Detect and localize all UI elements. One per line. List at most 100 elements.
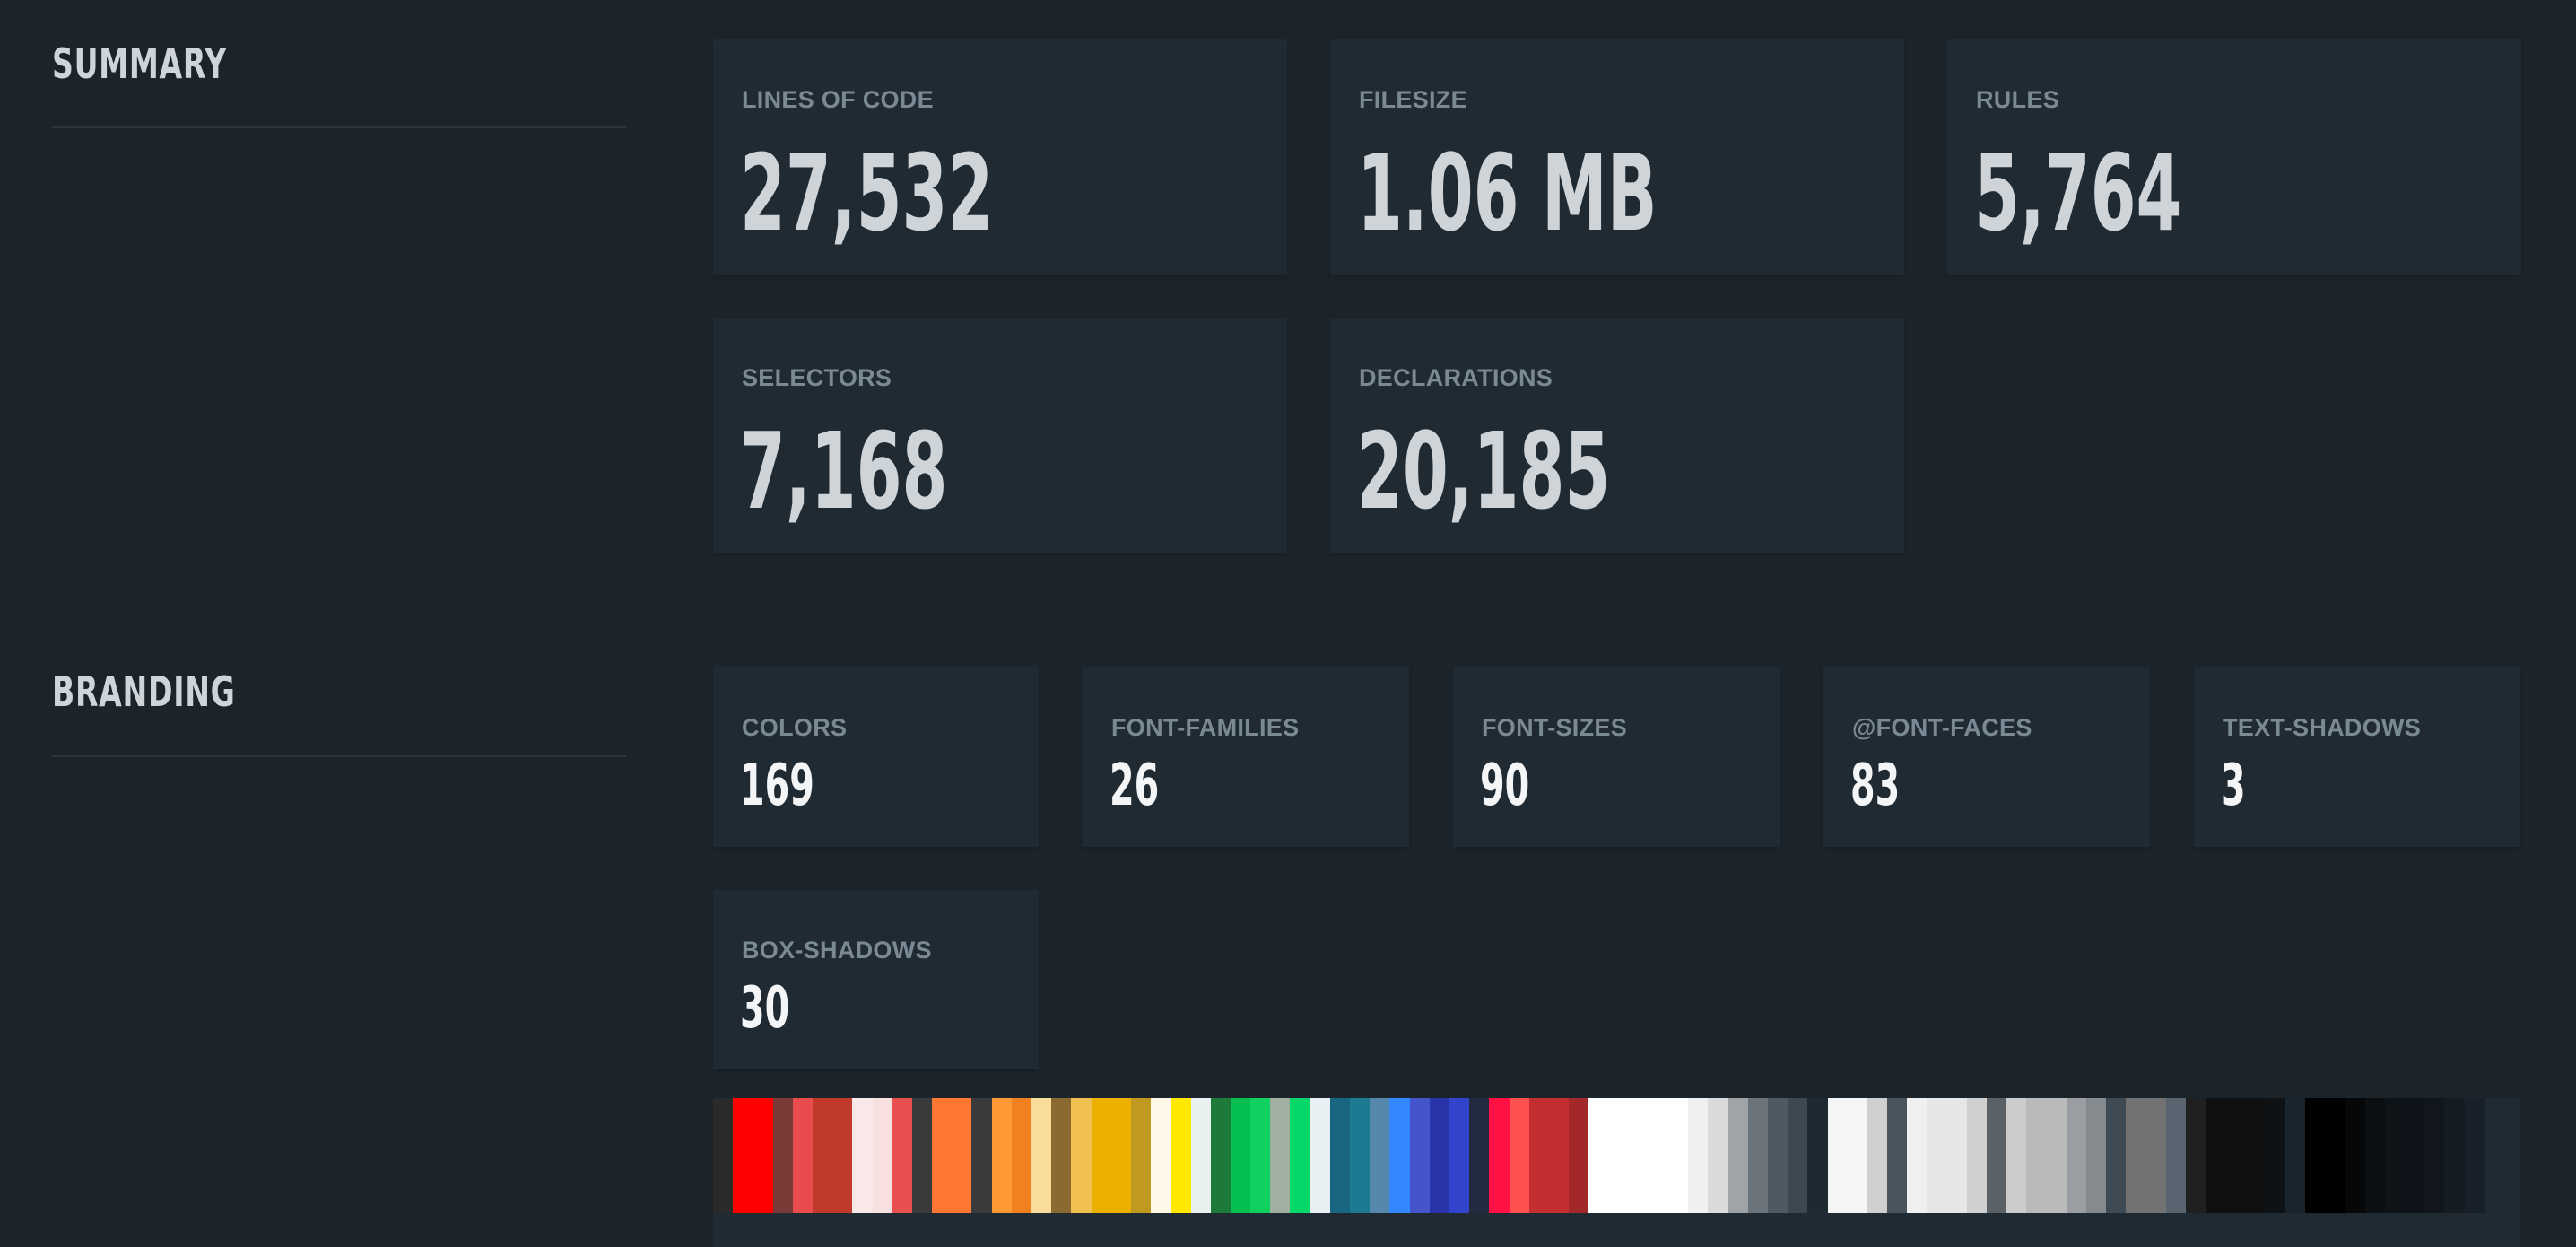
color-swatch[interactable] [1151,1098,1171,1213]
color-swatch[interactable] [2464,1098,2485,1213]
color-swatch[interactable] [2006,1098,2027,1213]
color-swatch[interactable] [2165,1098,2186,1213]
color-swatch[interactable] [1409,1098,1430,1213]
color-swatch[interactable] [2384,1098,2405,1213]
color-swatch[interactable] [1230,1098,1251,1213]
color-swatch[interactable] [1329,1098,1350,1213]
color-swatch[interactable] [971,1098,992,1213]
color-swatch[interactable] [2305,1098,2326,1213]
color-swatch[interactable] [1668,1098,1689,1213]
color-swatch[interactable] [1588,1098,1609,1213]
color-swatch[interactable] [1788,1098,1808,1213]
color-swatch[interactable] [1887,1098,1908,1213]
color-swatch[interactable] [2245,1098,2266,1213]
stat-label: FILESIZE [1359,86,1467,113]
color-swatch[interactable] [1389,1098,1410,1213]
color-swatch[interactable] [2145,1098,2166,1213]
color-swatch[interactable] [2444,1098,2465,1213]
stat-value: 83 [1850,753,1901,819]
color-swatch[interactable] [1469,1098,1490,1213]
stat-card-font-faces: @FONT-FACES 83 [1823,667,2150,847]
color-palette-panel [713,1098,2520,1247]
color-swatch[interactable] [1608,1098,1629,1213]
color-swatch[interactable] [1907,1098,1928,1213]
color-swatch[interactable] [792,1098,813,1213]
color-swatch[interactable] [2265,1098,2285,1213]
color-swatch[interactable] [1767,1098,1788,1213]
color-swatch[interactable] [1350,1098,1371,1213]
color-swatch[interactable] [1429,1098,1449,1213]
color-swatch[interactable] [1548,1098,1570,1213]
color-swatch[interactable] [1827,1098,1848,1213]
color-swatch[interactable] [1847,1098,1867,1213]
color-swatch[interactable] [2364,1098,2385,1213]
color-swatch[interactable] [733,1098,753,1213]
color-swatch[interactable] [1290,1098,1310,1213]
color-swatch[interactable] [1130,1098,1152,1213]
color-swatch[interactable] [1528,1098,1549,1213]
color-swatch[interactable] [1966,1098,1987,1213]
color-swatch[interactable] [1071,1098,1092,1213]
color-swatch[interactable] [2126,1098,2146,1213]
color-swatch[interactable] [2424,1098,2445,1213]
color-swatch[interactable] [832,1098,853,1213]
color-swatch[interactable] [1011,1098,1031,1213]
color-swatch[interactable] [1091,1098,1111,1213]
color-swatch[interactable] [1110,1098,1131,1213]
color-swatch[interactable] [1370,1098,1390,1213]
color-swatch[interactable] [1867,1098,1888,1213]
stat-value: 169 [740,753,814,819]
color-swatch[interactable] [1648,1098,1668,1213]
color-swatch[interactable] [932,1098,953,1213]
color-swatch[interactable] [991,1098,1012,1213]
color-swatch[interactable] [713,1098,734,1213]
color-swatch[interactable] [1171,1098,1191,1213]
color-swatch[interactable] [852,1098,873,1213]
color-swatch[interactable] [1807,1098,1828,1213]
color-swatch[interactable] [1946,1098,1967,1213]
color-swatch[interactable] [1310,1098,1330,1213]
color-swatch[interactable] [1688,1098,1709,1213]
color-swatch[interactable] [2404,1098,2425,1213]
color-swatch[interactable] [1210,1098,1231,1213]
color-swatch[interactable] [2026,1098,2047,1213]
stat-card-rules: RULES 5,764 [1947,39,2521,275]
color-swatch[interactable] [1051,1098,1072,1213]
stat-value: 3 [2221,753,2246,819]
color-swatch[interactable] [1489,1098,1510,1213]
color-swatch[interactable] [2046,1098,2067,1213]
color-swatch[interactable] [872,1098,892,1213]
color-swatch[interactable] [1569,1098,1589,1213]
color-swatch[interactable] [1449,1098,1470,1213]
color-swatch[interactable] [1927,1098,1947,1213]
color-swatch[interactable] [1270,1098,1291,1213]
color-swatch[interactable] [1628,1098,1649,1213]
color-swatch[interactable] [1509,1098,1529,1213]
color-swatch[interactable] [892,1098,912,1213]
stat-value: 7,168 [740,409,948,533]
color-swatch[interactable] [1250,1098,1271,1213]
color-swatch[interactable] [1031,1098,1052,1213]
stat-value: 5,764 [1974,131,2182,255]
color-swatch[interactable] [2066,1098,2086,1213]
stat-card-lines-of-code: LINES OF CODE 27,532 [713,39,1287,275]
color-swatch[interactable] [1727,1098,1748,1213]
color-swatch[interactable] [2185,1098,2206,1213]
color-swatch[interactable] [1987,1098,2007,1213]
color-swatch[interactable] [952,1098,972,1213]
color-swatch[interactable] [1708,1098,1728,1213]
color-swatch[interactable] [2206,1098,2226,1213]
color-swatch[interactable] [911,1098,933,1213]
color-swatch[interactable] [2225,1098,2246,1213]
color-swatch[interactable] [2325,1098,2345,1213]
stat-card-font-families: FONT-FAMILIES 26 [1083,667,1409,847]
color-swatch[interactable] [2106,1098,2127,1213]
color-swatch[interactable] [2345,1098,2365,1213]
color-swatch[interactable] [812,1098,833,1213]
color-swatch[interactable] [772,1098,793,1213]
color-swatch[interactable] [1747,1098,1768,1213]
color-swatch[interactable] [1190,1098,1211,1213]
color-swatch[interactable] [2284,1098,2305,1213]
color-swatch[interactable] [2085,1098,2107,1213]
color-swatch[interactable] [753,1098,773,1213]
